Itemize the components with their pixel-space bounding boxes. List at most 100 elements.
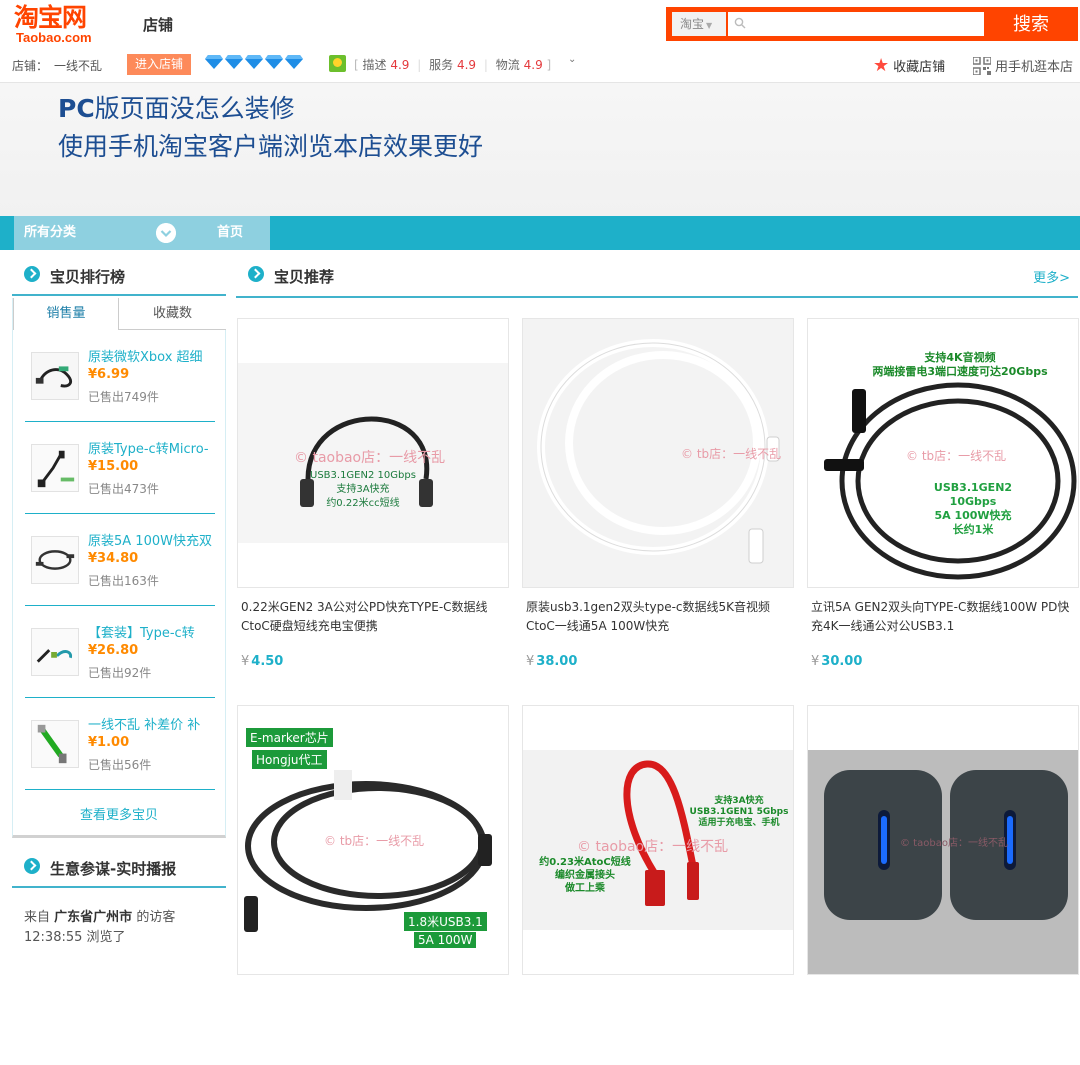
shop-nav-bar: 所有分类 首页 bbox=[0, 216, 1080, 250]
enter-shop-button[interactable]: 进入店铺 bbox=[127, 54, 191, 75]
product-card[interactable]: 支持3A快充 USB3.1GEN1 5Gbps 适用于充电宝、手机 © taob… bbox=[522, 705, 794, 1065]
ranking-item[interactable]: 【套装】Type-c转 ¥26.80 已售出92件 bbox=[25, 606, 215, 698]
product-price: ¥4.50 bbox=[241, 654, 284, 669]
ranking-item-sold: 已售出92件 bbox=[88, 666, 152, 680]
search-input[interactable] bbox=[750, 12, 980, 36]
recommend-title: 宝贝推荐 bbox=[274, 268, 335, 286]
rating-label: 描述 bbox=[362, 58, 387, 72]
shop-banner: PC版页面没怎么装修 使用手机淘宝客户端浏览本店效果更好 bbox=[0, 82, 1080, 216]
product-title[interactable]: 原装usb3.1gen2双头type-c数据线5K音视频CtoC一线通5A 10… bbox=[526, 598, 790, 636]
ranking-item[interactable]: 原装Type-c转Micro- ¥15.00 已售出473件 bbox=[25, 422, 215, 514]
favorite-shop-button[interactable]: ★ 收藏店铺 bbox=[873, 56, 945, 75]
shop-name[interactable]: 一线不乱 bbox=[54, 59, 102, 73]
ranking-item-sold: 已售出56件 bbox=[88, 758, 152, 772]
banner-line-1-text: 版页面没怎么装修 bbox=[94, 94, 295, 123]
product-image[interactable]: © taobao店：一线不乱 USB3.1GEN2 10Gbps 支持3A快充 … bbox=[237, 318, 509, 588]
product-thumbnail[interactable] bbox=[31, 628, 79, 676]
visit-time: 12:38:55 bbox=[24, 930, 83, 945]
shop-badge-icon[interactable] bbox=[329, 55, 346, 72]
caret-down-icon: ▼ bbox=[706, 21, 713, 30]
product-image-text: E-marker芯片 bbox=[246, 728, 333, 747]
search-button[interactable]: 搜索 bbox=[986, 9, 1076, 39]
ranking-header: 宝贝排行榜 bbox=[12, 262, 226, 296]
ranking-title: 宝贝排行榜 bbox=[50, 268, 126, 286]
product-watermark: © tb店：一线不乱 bbox=[681, 447, 782, 461]
ranking-tabs: 销售量 收藏数 bbox=[13, 298, 226, 330]
product-image-text: 支持4K音视频 两端接雷电3端口速度可达20Gbps bbox=[872, 351, 1048, 378]
tab-sales[interactable]: 销售量 bbox=[13, 298, 119, 330]
ranking-item-sold: 已售出163件 bbox=[88, 574, 159, 588]
product-watermark: © taobao店：一线不乱 bbox=[577, 839, 729, 855]
ranking-item[interactable]: 原装微软Xbox 超细 ¥6.99 已售出749件 bbox=[25, 330, 215, 422]
search-scope-dropdown[interactable]: 淘宝 ▼ bbox=[672, 12, 726, 36]
ranking-item[interactable]: 一线不乱 补差价 补 ¥1.00 已售出56件 bbox=[25, 698, 215, 790]
ranking-item-name[interactable]: 一线不乱 补差价 补 bbox=[88, 714, 212, 733]
product-title[interactable]: 0.22米GEN2 3A公对公PD快充TYPE-C数据线CtoC硬盘短线充电宝便… bbox=[241, 598, 505, 636]
section-bullet-icon bbox=[248, 266, 264, 282]
search-icon bbox=[734, 17, 746, 29]
more-link[interactable]: 更多> bbox=[1033, 267, 1070, 286]
product-thumbnail[interactable] bbox=[31, 536, 79, 584]
product-card[interactable]: © tb店：一线不乱 原装usb3.1gen2双头type-c数据线5K音视频C… bbox=[522, 318, 794, 678]
banner-pc: PC bbox=[58, 94, 95, 123]
product-image-text: 5A 100W bbox=[414, 932, 477, 948]
nav-all-categories-label: 所有分类 bbox=[24, 225, 77, 240]
diamond-icon bbox=[245, 55, 263, 69]
ranking-item-price: ¥26.80 bbox=[88, 643, 139, 658]
tab-favorites[interactable]: 收藏数 bbox=[119, 298, 226, 330]
taobao-logo[interactable]: 淘宝网 Taobao.com bbox=[14, 5, 114, 45]
see-more-items-link[interactable]: 查看更多宝贝 bbox=[13, 804, 225, 823]
diamond-icon bbox=[285, 55, 303, 69]
ranking-item-name[interactable]: 【套装】Type-c转 bbox=[88, 622, 212, 641]
live-report-title: 生意参谋-实时播报 bbox=[50, 860, 177, 878]
chevron-down-icon[interactable]: ⌄ bbox=[568, 54, 576, 65]
rating-value: 4.9 bbox=[390, 58, 410, 72]
rating-value: 4.9 bbox=[523, 58, 543, 72]
mobile-browse-button[interactable]: 用手机逛本店 bbox=[973, 56, 1073, 75]
product-card[interactable]: 支持4K音视频 两端接雷电3端口速度可达20Gbps © tb店：一线不乱 US… bbox=[807, 318, 1079, 678]
logo-english: Taobao.com bbox=[16, 30, 92, 45]
product-thumbnail[interactable] bbox=[31, 720, 79, 768]
product-card[interactable]: © taobao店：一线不乱 USB3.1GEN2 10Gbps 支持3A快充 … bbox=[237, 318, 509, 678]
product-image[interactable]: © tb店：一线不乱 bbox=[522, 318, 794, 588]
product-price: ¥38.00 bbox=[526, 654, 578, 669]
visitor-location: 广东省广州市 bbox=[54, 910, 133, 925]
star-icon: ★ bbox=[873, 54, 890, 76]
shop-level-diamonds[interactable] bbox=[205, 55, 303, 69]
ranking-item-sold: 已售出749件 bbox=[88, 390, 159, 404]
logo-chinese: 淘宝网 bbox=[14, 3, 87, 32]
section-bullet-icon bbox=[24, 266, 40, 282]
product-image[interactable]: 支持3A快充 USB3.1GEN1 5Gbps 适用于充电宝、手机 © taob… bbox=[522, 705, 794, 975]
diamond-icon bbox=[265, 55, 283, 69]
ranking-panel: 销售量 收藏数 原装微软Xbox 超细 ¥6.99 已售出749件 原装Type… bbox=[12, 298, 226, 838]
ranking-item-name[interactable]: 原装5A 100W快充双 bbox=[88, 530, 212, 549]
product-image-text: 1.8米USB3.1 bbox=[404, 912, 487, 931]
product-image[interactable]: © taobao店：一线不乱 bbox=[807, 705, 1079, 975]
top-header: 淘宝网 Taobao.com 店铺 淘宝 ▼ 搜索 bbox=[0, 0, 1080, 48]
product-title[interactable]: 立讯5A GEN2双头向TYPE-C数据线100W PD快充4K一线通公对公US… bbox=[811, 598, 1075, 636]
product-price: ¥30.00 bbox=[811, 654, 863, 669]
section-bullet-icon bbox=[24, 858, 40, 874]
ranking-item-name[interactable]: 原装微软Xbox 超细 bbox=[88, 346, 212, 365]
ranking-item-name[interactable]: 原装Type-c转Micro- bbox=[88, 438, 212, 457]
product-thumbnail[interactable] bbox=[31, 352, 79, 400]
shop-ratings[interactable]: [ 描述 4.9 | 服务 4.9 | 物流 4.9 ] bbox=[354, 56, 551, 73]
shop-name-row: 店铺： 一线不乱 bbox=[12, 57, 102, 74]
product-card[interactable]: E-marker芯片 Hongju代工 © tb店：一线不乱 1.8米USB3.… bbox=[237, 705, 509, 1065]
nav-home[interactable]: 首页 bbox=[190, 216, 270, 250]
product-watermark: © tb店：一线不乱 bbox=[324, 834, 425, 848]
live-report-text: 来自 广东省广州市 的访客 12:38:55 浏览了 bbox=[24, 910, 176, 945]
diamond-icon bbox=[205, 55, 223, 69]
rating-label: 物流 bbox=[495, 58, 520, 72]
section-title: 店铺 bbox=[143, 16, 174, 34]
product-image[interactable]: E-marker芯片 Hongju代工 © tb店：一线不乱 1.8米USB3.… bbox=[237, 705, 509, 975]
product-card[interactable]: © taobao店：一线不乱 bbox=[807, 705, 1079, 1065]
ranking-item[interactable]: 原装5A 100W快充双 ¥34.80 已售出163件 bbox=[25, 514, 215, 606]
chevron-down-icon[interactable] bbox=[156, 223, 176, 243]
product-thumbnail[interactable] bbox=[31, 444, 79, 492]
product-image-text: 支持3A快充 USB3.1GEN1 5Gbps 适用于充电宝、手机 bbox=[689, 796, 789, 828]
shop-label: 店铺： bbox=[12, 59, 49, 73]
product-image[interactable]: 支持4K音视频 两端接雷电3端口速度可达20Gbps © tb店：一线不乱 US… bbox=[807, 318, 1079, 588]
product-image-text: Hongju代工 bbox=[252, 750, 327, 769]
ranking-item-price: ¥15.00 bbox=[88, 459, 139, 474]
